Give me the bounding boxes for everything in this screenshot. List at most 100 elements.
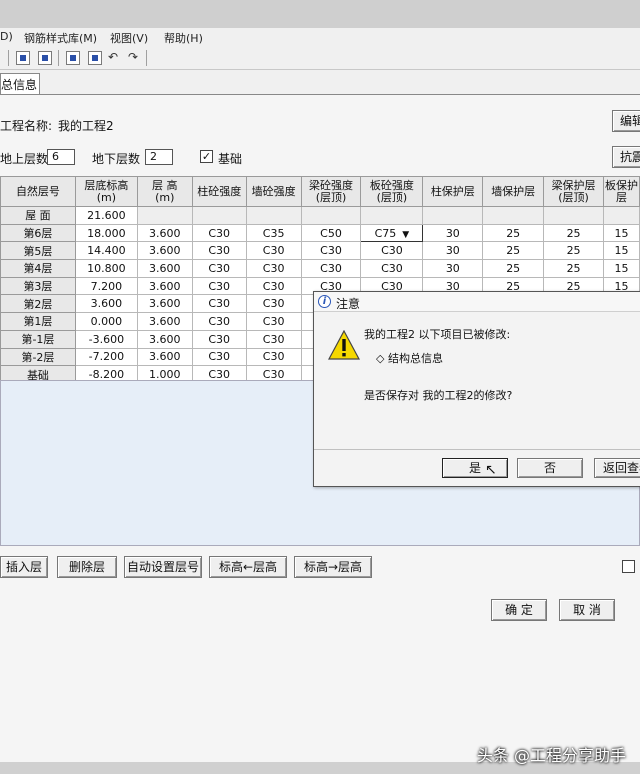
table-cell[interactable]: 25 bbox=[482, 241, 545, 261]
table-cell[interactable]: 30 bbox=[422, 259, 484, 278]
new-file-icon[interactable] bbox=[16, 51, 30, 65]
column-header[interactable]: 层底标高 (m) bbox=[74, 176, 138, 207]
table-cell[interactable]: 10.800 bbox=[74, 259, 138, 278]
undo-icon[interactable]: ↶ bbox=[108, 50, 118, 64]
redo-icon[interactable]: ↷ bbox=[128, 50, 138, 64]
insert-floor-button[interactable]: 插入层 bbox=[0, 556, 48, 578]
table-cell[interactable] bbox=[482, 206, 545, 225]
ok-button[interactable]: 确 定 bbox=[491, 599, 547, 621]
menu-item-help[interactable]: 帮助(H) bbox=[164, 30, 203, 46]
table-cell[interactable]: C30 bbox=[360, 241, 424, 261]
table-cell[interactable]: C30 bbox=[191, 223, 247, 243]
floor-name-cell[interactable]: 屋 面 bbox=[0, 206, 76, 225]
option-checkbox[interactable] bbox=[622, 560, 635, 573]
tab-general-info[interactable]: 总信息 bbox=[0, 73, 40, 94]
table-cell[interactable]: C30 bbox=[245, 276, 302, 296]
table-cell[interactable]: C35 bbox=[245, 223, 302, 243]
floor-name-cell[interactable]: 第4层 bbox=[0, 259, 76, 278]
table-cell[interactable]: 3.600 bbox=[136, 294, 193, 314]
cancel-button[interactable]: 取 消 bbox=[559, 599, 615, 621]
floor-name-cell[interactable]: 第-1层 bbox=[0, 329, 76, 349]
elevation-from-height-button[interactable]: 标高←层高 bbox=[209, 556, 287, 578]
menu-item-rebar-library[interactable]: 钢筋样式库(M) bbox=[24, 30, 97, 46]
back-to-review-button[interactable]: 返回查看 bbox=[594, 458, 640, 478]
column-header[interactable]: 板保护层 bbox=[603, 176, 640, 207]
save-icon[interactable] bbox=[38, 51, 52, 65]
column-header[interactable]: 梁砼强度 (层顶) bbox=[300, 176, 362, 207]
table-cell[interactable]: 0.000 bbox=[74, 312, 138, 331]
foundation-checkbox[interactable]: ✓ bbox=[200, 150, 213, 163]
floor-name-cell[interactable]: 第3层 bbox=[0, 276, 76, 296]
table-cell[interactable]: 21.600 bbox=[74, 206, 138, 225]
table-cell[interactable]: C30 bbox=[245, 347, 302, 367]
table-cell[interactable]: C30 bbox=[300, 241, 362, 261]
table-cell[interactable]: 25 bbox=[543, 241, 604, 261]
table-cell[interactable]: C30 bbox=[191, 312, 247, 331]
table-cell[interactable]: 30 bbox=[422, 223, 484, 243]
dropdown-arrow-icon[interactable]: ▼ bbox=[402, 230, 409, 240]
table-cell[interactable]: 25 bbox=[482, 223, 545, 243]
table-cell[interactable] bbox=[360, 206, 424, 225]
table-cell[interactable]: C30 bbox=[191, 347, 247, 367]
table-cell[interactable]: 3.600 bbox=[136, 223, 193, 243]
delete-floor-button[interactable]: 删除层 bbox=[57, 556, 117, 578]
floor-name-cell[interactable]: 第-2层 bbox=[0, 347, 76, 367]
column-header[interactable]: 墙保护层 bbox=[482, 176, 545, 207]
import-icon[interactable] bbox=[88, 51, 102, 65]
column-header[interactable]: 柱砼强度 bbox=[191, 176, 247, 207]
table-cell[interactable] bbox=[543, 206, 604, 225]
table-cell[interactable]: 3.600 bbox=[74, 294, 138, 314]
table-cell[interactable] bbox=[191, 206, 247, 225]
table-cell[interactable]: C30 bbox=[245, 329, 302, 349]
table-cell[interactable] bbox=[300, 206, 362, 225]
table-cell[interactable] bbox=[603, 206, 640, 225]
auto-number-button[interactable]: 自动设置层号 bbox=[124, 556, 202, 578]
table-cell[interactable]: C50 bbox=[300, 223, 362, 243]
floor-name-cell[interactable]: 第5层 bbox=[0, 241, 76, 261]
table-cell[interactable]: 7.200 bbox=[74, 276, 138, 296]
yes-button[interactable]: 是 bbox=[442, 458, 508, 478]
table-cell[interactable]: C30 bbox=[191, 259, 247, 278]
menu-item-0[interactable]: D) bbox=[0, 30, 13, 43]
table-cell[interactable]: 15 bbox=[603, 241, 640, 261]
table-cell[interactable]: C30 bbox=[245, 241, 302, 261]
table-cell[interactable]: C75 ▼ bbox=[360, 223, 424, 243]
table-cell[interactable]: 15 bbox=[603, 223, 640, 243]
above-floors-input[interactable]: 6 bbox=[47, 149, 75, 165]
table-cell[interactable]: 3.600 bbox=[136, 259, 193, 278]
column-header[interactable]: 自然层号 bbox=[0, 176, 76, 207]
table-cell[interactable] bbox=[136, 206, 193, 225]
table-cell[interactable]: 25 bbox=[543, 223, 604, 243]
table-cell[interactable]: C30 bbox=[360, 259, 424, 278]
table-cell[interactable]: -3.600 bbox=[74, 329, 138, 349]
table-cell[interactable]: C30 bbox=[191, 329, 247, 349]
table-cell[interactable]: 18.000 bbox=[74, 223, 138, 243]
table-cell[interactable]: 14.400 bbox=[74, 241, 138, 261]
table-cell[interactable]: 30 bbox=[422, 241, 484, 261]
table-cell[interactable]: 25 bbox=[482, 259, 545, 278]
no-button[interactable]: 否 bbox=[517, 458, 583, 478]
column-header[interactable]: 柱保护层 bbox=[422, 176, 484, 207]
table-cell[interactable]: 3.600 bbox=[136, 241, 193, 261]
edit-button[interactable]: 编辑 bbox=[612, 110, 640, 132]
table-cell[interactable]: C30 bbox=[245, 312, 302, 331]
table-cell[interactable]: C30 bbox=[191, 241, 247, 261]
table-cell[interactable]: C30 bbox=[245, 259, 302, 278]
export-icon[interactable] bbox=[66, 51, 80, 65]
table-cell[interactable]: C30 bbox=[245, 294, 302, 314]
table-cell[interactable] bbox=[422, 206, 484, 225]
column-header[interactable]: 板砼强度 (层顶) bbox=[360, 176, 424, 207]
table-cell[interactable]: 3.600 bbox=[136, 347, 193, 367]
table-cell[interactable]: 25 bbox=[543, 259, 604, 278]
floor-name-cell[interactable]: 第1层 bbox=[0, 312, 76, 331]
table-cell[interactable]: 3.600 bbox=[136, 329, 193, 349]
height-from-elevation-button[interactable]: 标高→层高 bbox=[294, 556, 372, 578]
column-header[interactable]: 梁保护层 (层顶) bbox=[543, 176, 604, 207]
table-cell[interactable]: 3.600 bbox=[136, 276, 193, 296]
seismic-button[interactable]: 抗震 bbox=[612, 146, 640, 168]
column-header[interactable]: 墙砼强度 bbox=[245, 176, 302, 207]
table-cell[interactable] bbox=[245, 206, 302, 225]
table-cell[interactable]: -7.200 bbox=[74, 347, 138, 367]
menu-item-view[interactable]: 视图(V) bbox=[110, 30, 148, 46]
table-cell[interactable]: C30 bbox=[191, 276, 247, 296]
